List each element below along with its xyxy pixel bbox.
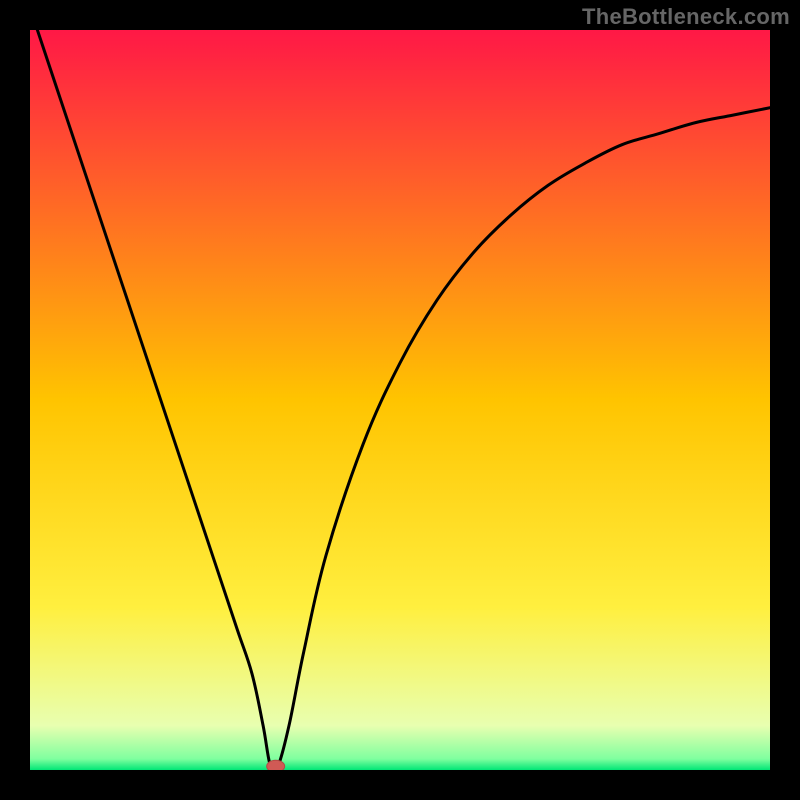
watermark-text: TheBottleneck.com	[582, 4, 790, 30]
gradient-background	[30, 30, 770, 770]
plot-area	[30, 30, 770, 770]
optimal-point-marker	[267, 760, 285, 770]
plot-svg	[30, 30, 770, 770]
chart-frame: TheBottleneck.com	[0, 0, 800, 800]
